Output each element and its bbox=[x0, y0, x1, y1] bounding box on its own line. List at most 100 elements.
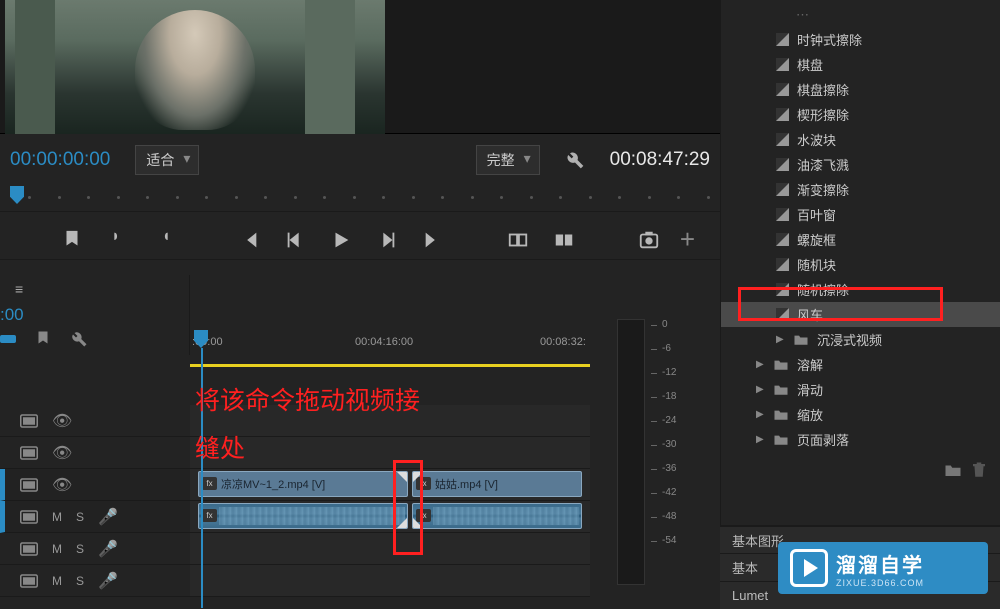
timeline-ruler[interactable]: :00:00 00:04:16:00 00:08:32: bbox=[190, 330, 590, 360]
track-header-a2[interactable]: M S 🎤 bbox=[0, 533, 190, 565]
export-frame-icon[interactable] bbox=[638, 229, 660, 251]
voiceover-icon[interactable]: 🎤 bbox=[98, 539, 118, 559]
effects-panel: ⋯ 时钟式擦除 棋盘 棋盘擦除 楔形擦除 水波块 油漆飞溅 渐变擦除 百叶窗 螺… bbox=[720, 0, 1000, 609]
effect-item-pinwheel[interactable]: 风车 bbox=[721, 302, 1000, 327]
track-header-a1[interactable]: M S 🎤 bbox=[0, 501, 190, 533]
out-point-icon[interactable] bbox=[153, 229, 175, 251]
video-track-v1[interactable]: fx 凉凉MV~1_2.mp4 [V] fx 姑姑.mp4 [V] bbox=[190, 469, 590, 501]
folder-slide[interactable]: ▶滑动 bbox=[721, 377, 1000, 402]
work-area-bar[interactable] bbox=[190, 364, 590, 367]
linked-selection-icon[interactable] bbox=[34, 330, 52, 348]
visibility-icon[interactable]: 👁 bbox=[52, 475, 70, 495]
extract-icon[interactable] bbox=[553, 229, 575, 251]
audio-track-a2[interactable] bbox=[190, 533, 590, 565]
effect-item[interactable]: ⋯ bbox=[721, 2, 1000, 27]
watermark-badge: 溜溜自学 ZIXUE.3D66.COM bbox=[778, 542, 988, 594]
audio-track-a1[interactable]: fx fx bbox=[190, 501, 590, 533]
effect-item-gradwipe[interactable]: 渐变擦除 bbox=[721, 177, 1000, 202]
folder-immersive[interactable]: ▶沉浸式视频 bbox=[721, 327, 1000, 352]
toggle-output-icon[interactable] bbox=[20, 574, 38, 588]
go-to-out-icon[interactable] bbox=[422, 229, 444, 251]
toggle-output-icon[interactable] bbox=[20, 478, 38, 492]
timecode-duration: 00:08:47:29 bbox=[610, 149, 710, 171]
effect-item-wedgewipe[interactable]: 楔形擦除 bbox=[721, 102, 1000, 127]
audio-clip[interactable]: fx bbox=[412, 503, 582, 529]
effect-item-checker[interactable]: 棋盘 bbox=[721, 52, 1000, 77]
quality-dropdown[interactable]: 完整 bbox=[476, 145, 540, 175]
step-back-icon[interactable] bbox=[284, 229, 306, 251]
effect-item-clockwipe[interactable]: 时钟式擦除 bbox=[721, 27, 1000, 52]
marker-add-icon[interactable] bbox=[61, 229, 83, 251]
solo-button[interactable]: S bbox=[76, 574, 84, 588]
track-header-v1[interactable]: 👁 bbox=[0, 437, 190, 469]
audio-clip[interactable]: fx bbox=[198, 503, 408, 529]
fx-badge-icon[interactable]: fx bbox=[202, 509, 217, 522]
effect-item-spiralbox[interactable]: 螺旋框 bbox=[721, 227, 1000, 252]
add-button-icon[interactable]: + bbox=[680, 224, 695, 255]
play-icon[interactable] bbox=[330, 229, 352, 251]
audio-track-a3[interactable] bbox=[190, 565, 590, 597]
folder-zoom[interactable]: ▶缩放 bbox=[721, 402, 1000, 427]
toggle-output-icon[interactable] bbox=[20, 414, 38, 428]
visibility-icon[interactable]: 👁 bbox=[52, 411, 70, 431]
effect-preset-icon bbox=[776, 233, 789, 246]
chevron-right-icon: ▶ bbox=[756, 434, 768, 445]
effect-preset-icon bbox=[776, 83, 789, 96]
in-point-icon[interactable] bbox=[107, 229, 129, 251]
preview-playhead-icon[interactable] bbox=[10, 186, 24, 204]
effect-item-paintsplat[interactable]: 油漆飞溅 bbox=[721, 152, 1000, 177]
settings-wrench-icon[interactable] bbox=[565, 150, 585, 170]
lift-icon[interactable] bbox=[507, 229, 529, 251]
track-header-active[interactable]: 👁 bbox=[0, 469, 190, 501]
video-clip[interactable]: fx 凉凉MV~1_2.mp4 [V] bbox=[198, 471, 408, 497]
timeline-menu-icon[interactable]: ≡ bbox=[15, 281, 23, 297]
effect-item-checkerwipe[interactable]: 棋盘擦除 bbox=[721, 77, 1000, 102]
preview-markers-row[interactable] bbox=[0, 182, 720, 212]
effect-item-blinds[interactable]: 百叶窗 bbox=[721, 202, 1000, 227]
mute-button[interactable]: M bbox=[52, 510, 62, 524]
snap-icon[interactable] bbox=[0, 335, 16, 343]
effects-list[interactable]: ⋯ 时钟式擦除 棋盘 棋盘擦除 楔形擦除 水波块 油漆飞溅 渐变擦除 百叶窗 螺… bbox=[721, 0, 1000, 452]
folder-icon bbox=[773, 433, 789, 446]
timeline-wrench-icon[interactable] bbox=[70, 330, 88, 348]
preview-controls-bar: 00:00:00:00 适合 完整 00:08:47:29 bbox=[0, 140, 720, 180]
db-scale: 0 -6 -12 -18 -24 -30 -36 -42 -48 -54 bbox=[662, 319, 676, 559]
go-to-in-icon[interactable] bbox=[238, 229, 260, 251]
transport-controls: + bbox=[0, 220, 720, 260]
effect-item-randomblock[interactable]: 随机块 bbox=[721, 252, 1000, 277]
mute-button[interactable]: M bbox=[52, 574, 62, 588]
track-header-v2[interactable]: 👁 bbox=[0, 405, 190, 437]
folder-pagepeel[interactable]: ▶页面剥落 bbox=[721, 427, 1000, 452]
chevron-right-icon: ▶ bbox=[756, 384, 768, 395]
annotation-text: 将该命令拖动视频接缝处 bbox=[195, 378, 420, 473]
effect-item-randomwipe[interactable]: 随机擦除 bbox=[721, 277, 1000, 302]
folder-icon bbox=[773, 408, 789, 421]
folder-icon bbox=[793, 333, 809, 346]
chevron-right-icon: ▶ bbox=[756, 409, 768, 420]
step-forward-icon[interactable] bbox=[376, 229, 398, 251]
timeline-current-time[interactable]: :00 bbox=[0, 305, 24, 325]
video-clip[interactable]: fx 姑姑.mp4 [V] bbox=[412, 471, 582, 497]
toggle-output-icon[interactable] bbox=[20, 446, 38, 460]
folder-dissolve[interactable]: ▶溶解 bbox=[721, 352, 1000, 377]
mute-button[interactable]: M bbox=[52, 542, 62, 556]
timecode-current[interactable]: 00:00:00:00 bbox=[10, 149, 110, 171]
voiceover-icon[interactable]: 🎤 bbox=[98, 571, 118, 591]
effect-preset-icon bbox=[776, 133, 789, 146]
solo-button[interactable]: S bbox=[76, 542, 84, 556]
fx-badge-icon[interactable]: fx bbox=[202, 477, 217, 490]
solo-button[interactable]: S bbox=[76, 510, 84, 524]
zoom-fit-dropdown[interactable]: 适合 bbox=[135, 145, 199, 175]
track-headers: 👁 👁 👁 M S 🎤 M S 🎤 M S 🎤 bbox=[0, 405, 190, 597]
chevron-right-icon: ▶ bbox=[776, 334, 788, 345]
new-bin-icon[interactable] bbox=[944, 461, 962, 479]
effect-item-waterblock[interactable]: 水波块 bbox=[721, 127, 1000, 152]
track-header-a3[interactable]: M S 🎤 bbox=[0, 565, 190, 597]
voiceover-icon[interactable]: 🎤 bbox=[98, 507, 118, 527]
clip-label: 凉凉MV~1_2.mp4 [V] bbox=[221, 476, 325, 492]
delete-icon[interactable] bbox=[970, 461, 988, 479]
toggle-output-icon[interactable] bbox=[20, 542, 38, 556]
folder-icon bbox=[773, 383, 789, 396]
visibility-icon[interactable]: 👁 bbox=[52, 443, 70, 463]
toggle-output-icon[interactable] bbox=[20, 510, 38, 524]
